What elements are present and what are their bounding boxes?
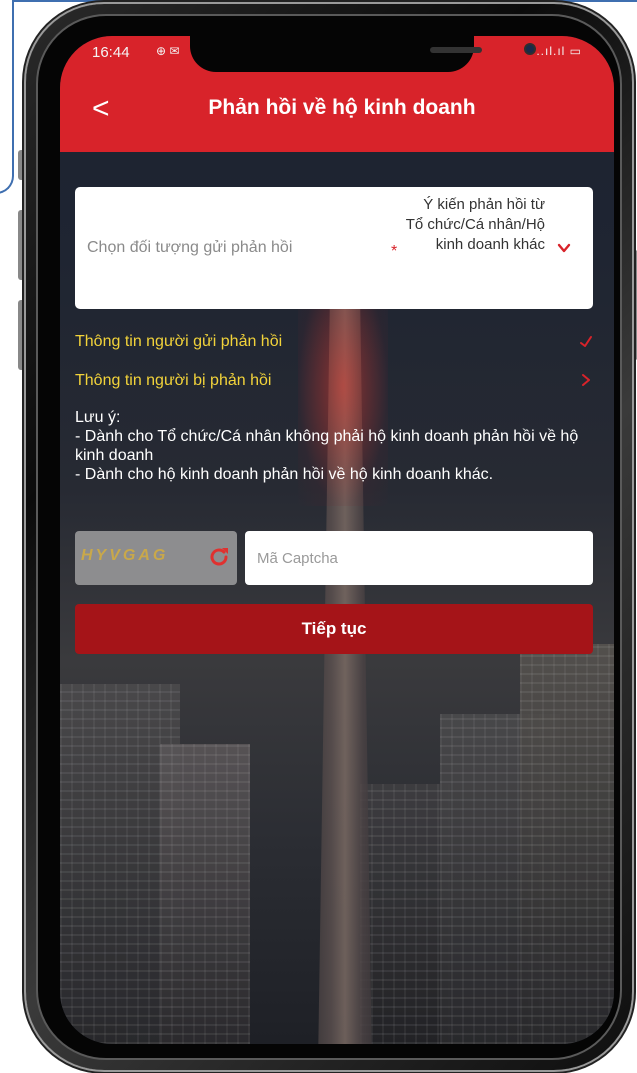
phone-notch	[190, 36, 536, 72]
section-sender-info-label: Thông tin người gửi phản hồi	[75, 333, 283, 350]
check-icon	[580, 336, 592, 347]
phone-volume-up	[18, 210, 26, 280]
note-block: Lưu ý: - Dành cho Tổ chức/Cá nhân không …	[75, 408, 595, 484]
chevron-down-icon	[557, 243, 571, 253]
status-signal-battery-icons: ..ıl.ıl ▭	[536, 44, 582, 58]
section-reported-info[interactable]: Thông tin người bị phản hồi	[75, 368, 593, 396]
background-building	[360, 784, 450, 1044]
refresh-icon[interactable]	[207, 545, 231, 569]
document-frame	[0, 0, 14, 194]
captcha-code: HYVGAG	[81, 547, 169, 564]
back-arrow-icon: <	[92, 92, 110, 125]
page-title: Phản hồi về hộ kinh doanh	[208, 96, 476, 119]
background-building	[520, 644, 614, 1044]
continue-button[interactable]: Tiếp tục	[75, 604, 593, 654]
phone-screen: 16:44 ⊕ ✉ ..ıl.ıl ▭ < Phản hồi về hộ kin…	[60, 36, 614, 1044]
note-line-2: - Dành cho hộ kinh doanh phản hồi về hộ …	[75, 466, 494, 483]
target-select-value: Ý kiến phản hồi từ Tổ chức/Cá nhân/Hộ ki…	[405, 196, 545, 253]
front-camera	[524, 43, 536, 55]
app-header: 16:44 ⊕ ✉ ..ıl.ıl ▭ < Phản hồi về hộ kin…	[60, 36, 614, 152]
status-time: 16:44	[92, 44, 130, 61]
phone-side-button	[18, 150, 26, 180]
status-notification-icons: ⊕ ✉	[156, 44, 180, 58]
captcha-input[interactable]	[245, 531, 593, 585]
captcha-image: HYVGAG	[75, 531, 237, 585]
phone-volume-down	[18, 300, 26, 370]
required-mark: *	[391, 243, 398, 260]
chevron-right-icon	[582, 374, 590, 386]
note-line-1: - Dành cho Tổ chức/Cá nhân không phải hộ…	[75, 428, 579, 464]
target-select-label: Chọn đối tượng gửi phản hồi	[87, 239, 293, 256]
target-select[interactable]: Chọn đối tượng gửi phản hồi * Ý kiến phả…	[75, 187, 593, 309]
section-sender-info[interactable]: Thông tin người gửi phản hồi	[75, 329, 593, 357]
speaker-grille	[430, 47, 482, 53]
section-reported-info-label: Thông tin người bị phản hồi	[75, 372, 272, 389]
document-top-line	[14, 0, 637, 2]
back-button[interactable]: <	[92, 94, 116, 124]
note-title: Lưu ý:	[75, 409, 121, 426]
background-building	[160, 744, 250, 1044]
